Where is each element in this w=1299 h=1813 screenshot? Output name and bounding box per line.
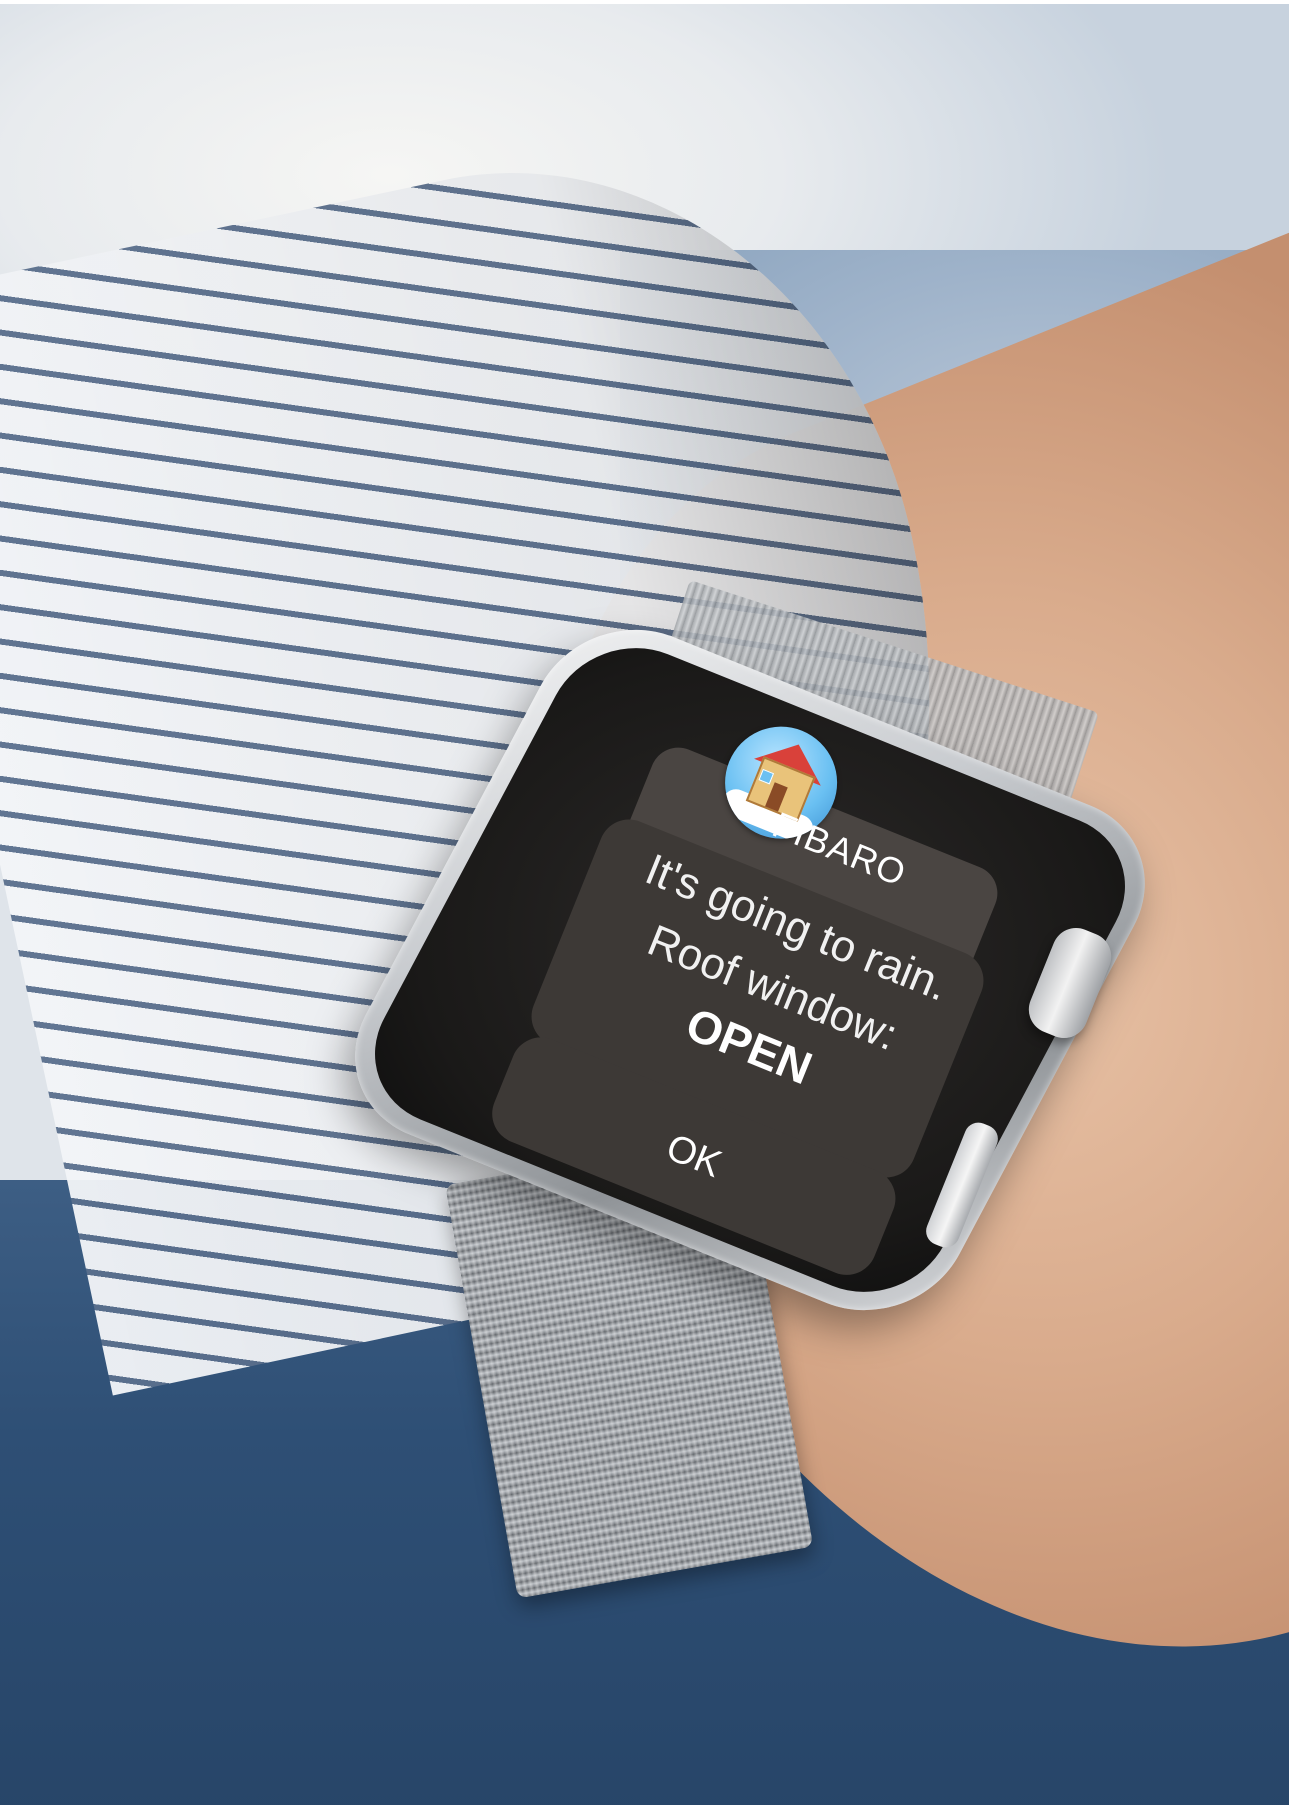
- frame-border-top: [0, 0, 1299, 4]
- frame-border-right: [1289, 0, 1299, 1813]
- photo-scene: FIBARO It's going to rain. Roof window: …: [0, 0, 1299, 1813]
- frame-border-bottom: [0, 1805, 1299, 1813]
